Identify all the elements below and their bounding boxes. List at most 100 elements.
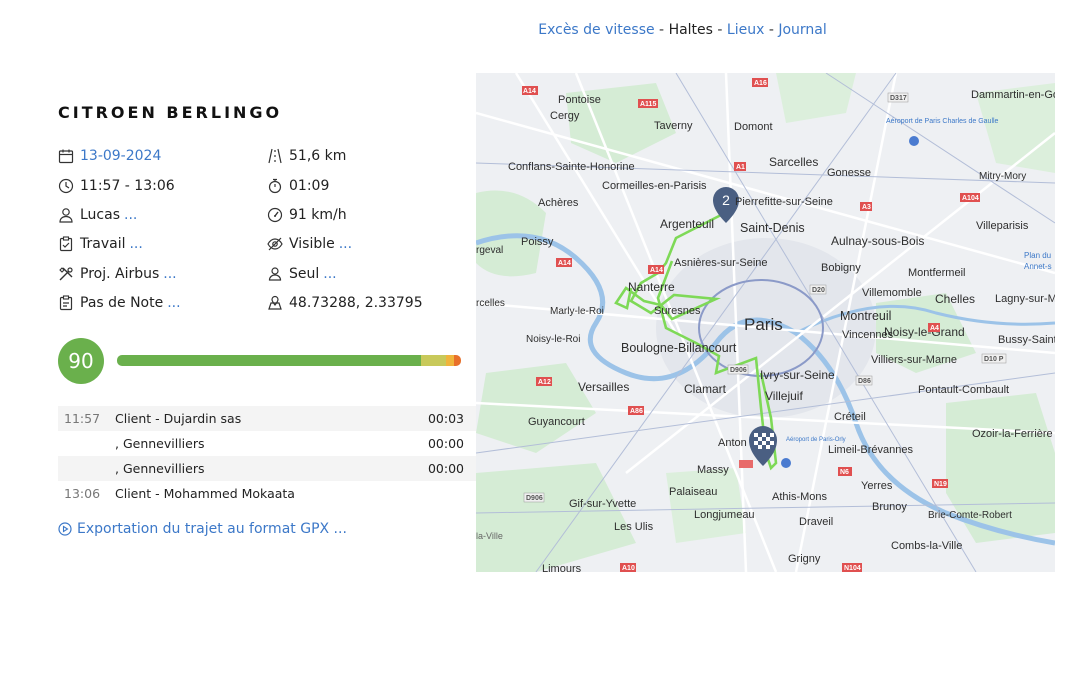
svg-text:A86: A86 — [630, 408, 643, 415]
svg-text:Pontoise: Pontoise — [558, 94, 601, 106]
stops-list: 11:57 Client - Dujardin sas 00:03 , Gennevi… — [58, 406, 476, 506]
svg-text:Noisy-le-Grand: Noisy-le-Grand — [884, 325, 965, 339]
svg-text:Domont: Domont — [734, 121, 773, 133]
trip-occupancy-row: Seul... — [267, 263, 337, 285]
svg-text:Noisy-le-Roi: Noisy-le-Roi — [526, 334, 580, 345]
person-icon — [268, 267, 282, 281]
svg-text:A16: A16 — [754, 80, 767, 87]
svg-text:Versailles: Versailles — [578, 380, 629, 394]
score-bar-segment — [421, 355, 446, 366]
tab-speeding[interactable]: Excès de vitesse — [538, 22, 654, 38]
stop-row[interactable]: , Gennevilliers 00:00 — [58, 456, 476, 481]
export-gpx-link[interactable]: Exportation du trajet au format GPX ... — [58, 521, 347, 537]
tab-stops[interactable]: Haltes — [669, 22, 713, 38]
svg-text:Ivry-sur-Seine: Ivry-sur-Seine — [760, 368, 835, 382]
trip-visibility: Visible — [289, 236, 335, 252]
svg-text:Pontault-Combault: Pontault-Combault — [918, 384, 1009, 396]
trip-time-range: 11:57 - 13:06 — [80, 178, 175, 194]
nav-separator: - — [712, 22, 727, 38]
svg-text:N6: N6 — [840, 469, 849, 476]
trip-purpose-row: Travail... — [58, 233, 143, 255]
svg-text:Cergy: Cergy — [550, 110, 580, 122]
trip-driver: Lucas — [80, 207, 120, 223]
nav-separator: - — [654, 22, 669, 38]
svg-text:Aéroport de Paris Charles de G: Aéroport de Paris Charles de Gaulle — [886, 118, 999, 125]
score-bar-segment — [445, 355, 455, 366]
trip-max-speed: 91 km/h — [289, 207, 347, 223]
svg-text:Athis-Mons: Athis-Mons — [772, 491, 828, 503]
svg-text:Vincennes: Vincennes — [842, 329, 894, 341]
svg-text:Palaiseau: Palaiseau — [669, 486, 717, 498]
svg-text:Aéroport de Paris-Orly: Aéroport de Paris-Orly — [786, 437, 846, 443]
svg-text:Boulogne-Billancourt: Boulogne-Billancourt — [621, 341, 737, 355]
trip-map[interactable]: 2 Pontoise Cergy Taverny Domont Dammarti… — [476, 73, 1055, 572]
trip-coordinates-row: 48.73288, 2.33795 — [267, 292, 423, 314]
svg-text:Aulnay-sous-Bois: Aulnay-sous-Bois — [831, 234, 924, 248]
svg-text:Achères: Achères — [538, 197, 579, 209]
stop-row[interactable]: 11:57 Client - Dujardin sas 00:03 — [58, 406, 476, 431]
stop-duration: 00:00 — [427, 461, 464, 476]
svg-text:A3: A3 — [862, 204, 871, 211]
svg-text:Villejuif: Villejuif — [765, 389, 803, 403]
edit-driver-link[interactable]: ... — [124, 207, 137, 223]
svg-text:A104: A104 — [962, 195, 979, 202]
svg-text:la-Ville: la-Ville — [476, 531, 503, 541]
trip-speed-row: 91 km/h — [267, 204, 347, 226]
svg-text:Marly-le-Roi: Marly-le-Roi — [550, 306, 604, 317]
svg-text:Gonesse: Gonesse — [827, 167, 871, 179]
svg-text:Nanterre: Nanterre — [628, 280, 675, 294]
export-gpx-label: Exportation du trajet au format GPX ... — [77, 521, 347, 537]
svg-text:Montreuil: Montreuil — [840, 309, 891, 323]
svg-text:Montfermeil: Montfermeil — [908, 267, 965, 279]
svg-text:Dammartin-en-Go: Dammartin-en-Go — [971, 89, 1055, 101]
stop-row[interactable]: , Gennevilliers 00:00 — [58, 431, 476, 456]
user-icon — [59, 208, 73, 223]
svg-text:Villiers-sur-Marne: Villiers-sur-Marne — [871, 354, 957, 366]
svg-text:Anton: Anton — [718, 437, 747, 449]
svg-text:D20: D20 — [812, 287, 825, 294]
edit-visibility-link[interactable]: ... — [339, 236, 352, 252]
trip-time-row: 11:57 - 13:06 — [58, 175, 175, 197]
edit-project-link[interactable]: ... — [163, 266, 176, 282]
svg-text:Grigny: Grigny — [788, 553, 821, 565]
stop-name: , Gennevilliers — [115, 436, 205, 451]
svg-text:Pierrefitte-sur-Seine: Pierrefitte-sur-Seine — [735, 196, 833, 208]
edit-purpose-link[interactable]: ... — [129, 236, 142, 252]
svg-text:N19: N19 — [934, 481, 947, 488]
svg-text:A14: A14 — [523, 88, 536, 95]
edit-occupancy-link[interactable]: ... — [323, 266, 336, 282]
tab-places[interactable]: Lieux — [727, 22, 764, 38]
svg-text:A1: A1 — [736, 164, 745, 171]
trip-date-row: 13-09-2024 — [58, 145, 161, 167]
trip-purpose: Travail — [80, 236, 126, 252]
play-circle-icon — [58, 522, 72, 536]
svg-text:Yerres: Yerres — [861, 480, 893, 492]
eye-slash-icon — [267, 237, 283, 251]
svg-text:Paris: Paris — [744, 315, 783, 334]
trip-date-link[interactable]: 13-09-2024 — [80, 148, 161, 164]
stop-name: , Gennevilliers — [115, 461, 205, 476]
tab-journal[interactable]: Journal — [778, 22, 826, 38]
edit-note-link[interactable]: ... — [167, 295, 180, 311]
svg-text:Mitry-Mory: Mitry-Mory — [979, 171, 1026, 182]
trip-distance-row: 51,6 km — [267, 145, 346, 167]
svg-text:Gif-sur-Yvette: Gif-sur-Yvette — [569, 498, 636, 510]
trip-duration-row: 01:09 — [267, 175, 329, 197]
stop-time: 11:57 — [64, 411, 101, 426]
svg-text:Combs-la-Ville: Combs-la-Ville — [891, 540, 962, 552]
svg-text:Guyancourt: Guyancourt — [528, 416, 585, 428]
svg-text:Asnières-sur-Seine: Asnières-sur-Seine — [674, 257, 768, 269]
trip-distance: 51,6 km — [289, 148, 347, 164]
svg-text:A4: A4 — [930, 325, 939, 332]
trip-duration: 01:09 — [289, 178, 330, 194]
driving-score-badge: 90 — [58, 338, 104, 384]
svg-text:Les Ulis: Les Ulis — [614, 521, 654, 533]
stop-row[interactable]: 13:06 Client - Mohammed Mokaata — [58, 481, 476, 506]
svg-text:Lagny-sur-M: Lagny-sur-M — [995, 293, 1055, 305]
svg-text:N104: N104 — [844, 565, 861, 572]
stop-time: 13:06 — [64, 486, 101, 501]
clipboard-icon — [59, 236, 73, 252]
stopwatch-icon — [268, 178, 282, 194]
svg-text:A14: A14 — [558, 260, 571, 267]
svg-text:Taverny: Taverny — [654, 120, 693, 132]
